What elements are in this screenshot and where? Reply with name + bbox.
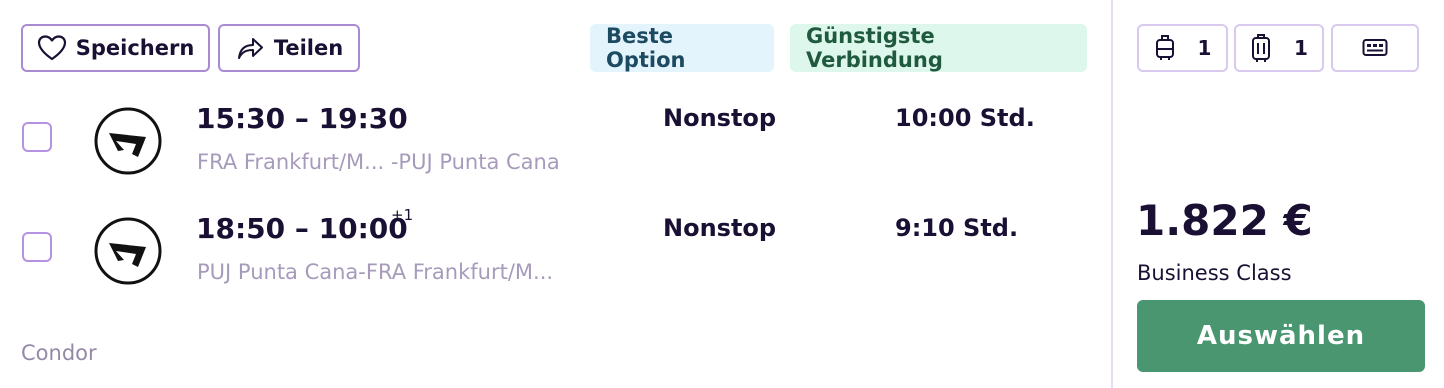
fare-class: Business Class	[1137, 261, 1292, 285]
price-amount: 1.822 €	[1136, 196, 1313, 245]
airline-name: Condor	[21, 341, 97, 365]
best-option-badge: Beste Option	[590, 24, 774, 72]
condor-logo-icon	[94, 217, 162, 285]
flight-checkbox-return[interactable]	[22, 232, 52, 262]
checked-bag-info[interactable]: 1	[1234, 24, 1324, 72]
heart-icon	[37, 34, 67, 62]
checked-bag-count: 1	[1294, 36, 1308, 60]
column-divider	[1111, 0, 1113, 388]
ticket-icon	[1362, 38, 1388, 58]
save-button[interactable]: Speichern	[21, 24, 210, 72]
flight-duration: 10:00 Std.	[895, 104, 1035, 132]
flight-duration: 9:10 Std.	[895, 214, 1019, 242]
flight-stops: Nonstop	[663, 214, 777, 242]
ticket-info[interactable]	[1331, 24, 1419, 72]
flight-time: 18:50 – 10:00	[196, 212, 408, 245]
day-offset: +1	[391, 206, 414, 224]
share-label: Teilen	[273, 36, 344, 60]
flight-route: FRA Frankfurt/M... -PUJ Punta Cana	[197, 150, 560, 174]
flight-stops: Nonstop	[663, 104, 777, 132]
cabin-bag-icon	[1154, 34, 1176, 62]
cabin-bag-info[interactable]: 1	[1137, 24, 1228, 72]
select-button[interactable]: Auswählen	[1137, 300, 1425, 372]
cabin-bag-count: 1	[1197, 36, 1212, 60]
save-label: Speichern	[75, 36, 195, 60]
suitcase-icon	[1250, 33, 1272, 63]
cheapest-badge: Günstigste Verbindung	[790, 24, 1087, 72]
share-button[interactable]: Teilen	[218, 24, 360, 72]
flight-route: PUJ Punta Cana-FRA Frankfurt/M...	[197, 260, 554, 284]
flight-time: 15:30 – 19:30	[196, 102, 408, 135]
flight-checkbox-outbound[interactable]	[22, 122, 52, 152]
condor-logo-icon	[94, 107, 162, 175]
share-icon	[235, 34, 265, 62]
